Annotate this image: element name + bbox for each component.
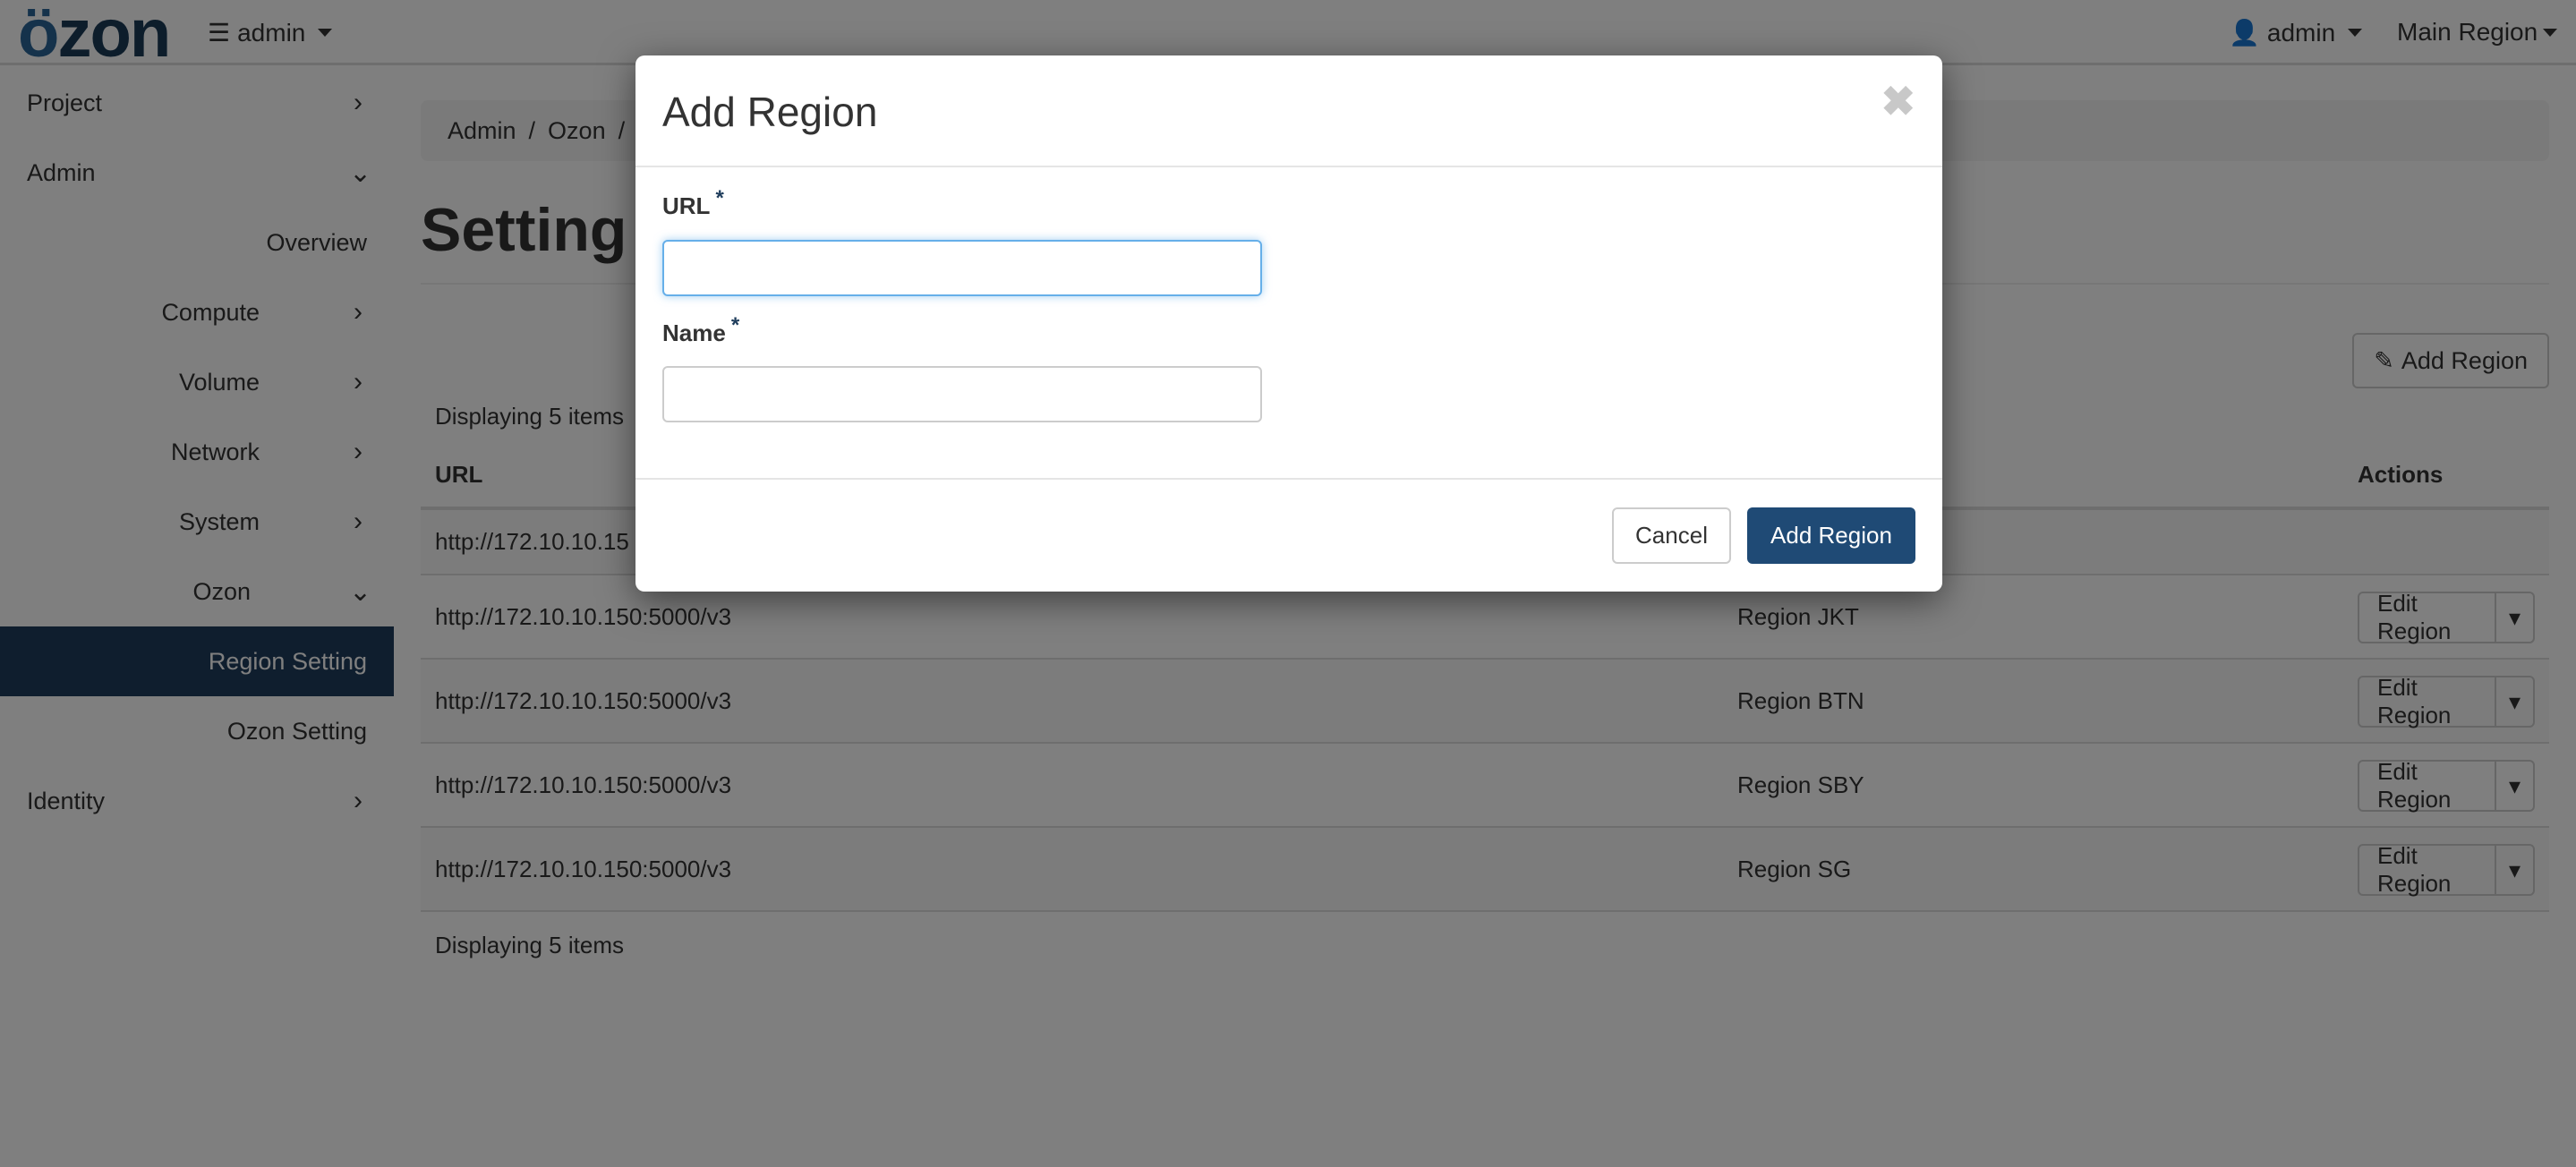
url-label: URL * — [662, 186, 724, 219]
modal-title: Add Region — [662, 89, 878, 135]
close-icon[interactable]: ✖ — [1881, 77, 1915, 125]
cancel-button[interactable]: Cancel — [1612, 507, 1731, 564]
name-input[interactable] — [662, 366, 1262, 422]
submit-add-region-button[interactable]: Add Region — [1747, 507, 1915, 564]
add-region-modal: Add Region ✖ URL * Name * Cancel Add Regio… — [635, 55, 1942, 592]
url-input[interactable] — [662, 240, 1262, 296]
name-label: Name * — [662, 313, 740, 346]
